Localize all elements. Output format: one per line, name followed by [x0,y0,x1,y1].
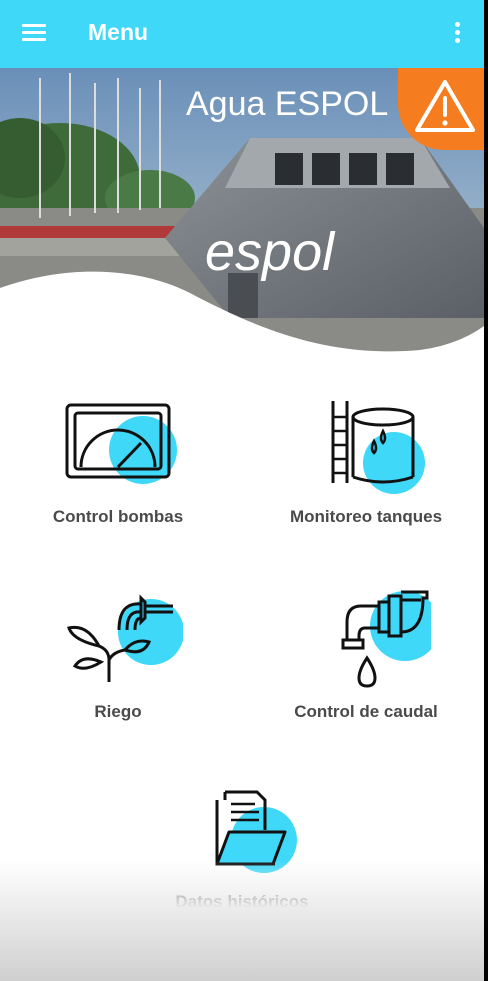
menu-item-label: Datos históricos [175,892,309,911]
more-vert-icon[interactable] [452,22,462,44]
menu-item-riego[interactable]: Riego [8,590,228,722]
menu-item-label: Riego [94,702,142,721]
app-bar: Menu [0,0,484,68]
menu-item-label: Control de caudal [294,702,438,721]
water-tank-icon [331,401,425,494]
menu-item-label: Monitoreo tanques [289,507,443,526]
hamburger-menu-icon[interactable] [22,24,46,42]
folder-documents-icon [215,790,297,873]
pump-gauge-icon [65,403,177,484]
monument-text: espol [205,222,336,282]
page-title: Menu [88,19,149,45]
agua-espol-logo: Agua ESPOL [186,85,388,123]
menu-item-control-caudal[interactable]: Control de caudal [256,586,476,722]
warning-triangle-icon [415,80,475,132]
menu-item-datos-historicos[interactable]: Datos históricos [132,780,352,912]
menu-item-label: Control bombas [52,507,184,526]
app-screen: Menu espol Agua ESPOL Control bombas Mon… [0,0,484,981]
faucet-pipe-icon [341,590,431,688]
menu-item-control-bombas[interactable]: Control bombas [8,395,228,527]
screen-edge [484,0,488,981]
alert-button[interactable] [398,68,484,150]
irrigation-plant-icon [67,594,183,682]
menu-item-monitoreo-tanques[interactable]: Monitoreo tanques [256,395,476,527]
